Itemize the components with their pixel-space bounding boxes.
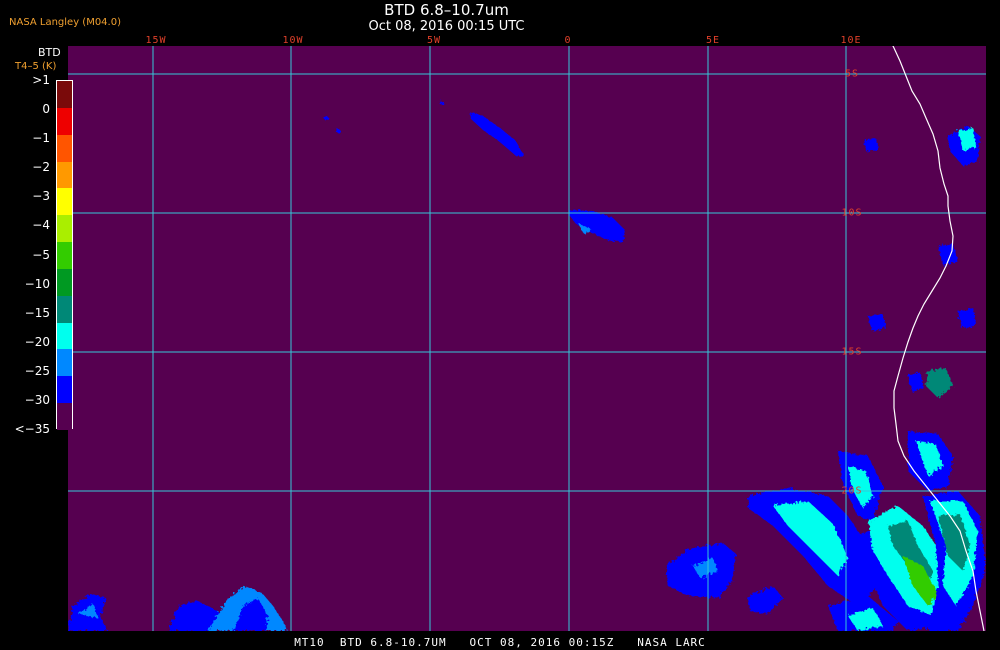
legend-tick-label: −3 <box>32 189 50 204</box>
cloud-patch <box>938 244 958 266</box>
legend-swatch <box>57 268 72 296</box>
cloud-patch <box>440 101 444 105</box>
legend-units: T4–5 (K) <box>15 61 57 72</box>
legend-swatch <box>57 242 72 270</box>
legend-tick-label: −1 <box>32 131 50 146</box>
lon-label-5e: 5E <box>705 35 721 46</box>
footer-caption: MT10 BTD 6.8-10.7UM OCT 08, 2016 00:15Z … <box>294 636 706 649</box>
legend-tick-label: −20 <box>24 334 50 349</box>
legend-colorbar <box>56 80 73 431</box>
cloud-patch <box>748 586 783 614</box>
legend-tick-label: −25 <box>24 363 50 378</box>
lon-label-5w: 5W <box>426 35 442 46</box>
cloud-patch <box>470 112 524 156</box>
legend-swatch <box>57 134 72 162</box>
lat-label-15s: 15S <box>841 346 863 358</box>
lat-label-20s: 20S <box>841 485 863 497</box>
legend-tick-label: <−35 <box>14 422 50 436</box>
lon-label-10e: 10E <box>840 35 862 46</box>
cloud-patch <box>324 116 328 120</box>
cloud-patch <box>926 368 953 398</box>
legend-tick-label: −30 <box>24 392 50 407</box>
lat-label-5s: 5S <box>844 68 860 80</box>
legend-swatch <box>57 322 72 350</box>
satellite-map[interactable] <box>68 46 986 631</box>
header-title: BTD 6.8–10.7um <box>384 1 509 19</box>
cloud-patches <box>68 101 986 631</box>
legend-tick-label: −4 <box>32 218 50 233</box>
cloud-patch <box>868 314 886 331</box>
lat-label-10s: 10S <box>841 207 863 219</box>
cloud-patch <box>568 209 625 242</box>
cloud-patch <box>908 372 924 392</box>
legend-tick-label: >1 <box>32 73 50 87</box>
legend-swatch <box>57 107 72 135</box>
legend-swatch <box>57 349 72 377</box>
lon-label-15w: 15W <box>145 35 167 46</box>
legend-swatch <box>57 161 72 189</box>
legend-swatch <box>57 215 72 243</box>
header-datetime: Oct 08, 2016 00:15 UTC <box>368 19 525 34</box>
legend-swatch <box>57 188 72 216</box>
legend-tick-label: −5 <box>32 247 50 262</box>
legend-tick-label: 0 <box>42 102 50 117</box>
map-overlay <box>68 46 986 631</box>
lon-label-0: 0 <box>564 35 572 46</box>
legend-title: BTD <box>38 46 61 59</box>
legend-tick-label: −2 <box>32 160 50 175</box>
lon-label-10w: 10W <box>282 35 304 46</box>
cloud-patch <box>958 308 976 328</box>
cloud-patch <box>336 129 340 133</box>
legend-swatch <box>57 403 72 431</box>
legend-tick-label: −15 <box>24 305 50 320</box>
legend-swatch <box>57 81 72 108</box>
legend-swatch <box>57 295 72 323</box>
legend-swatch <box>57 376 72 404</box>
cloud-patch <box>864 138 878 151</box>
legend-tick-label: −10 <box>24 276 50 291</box>
